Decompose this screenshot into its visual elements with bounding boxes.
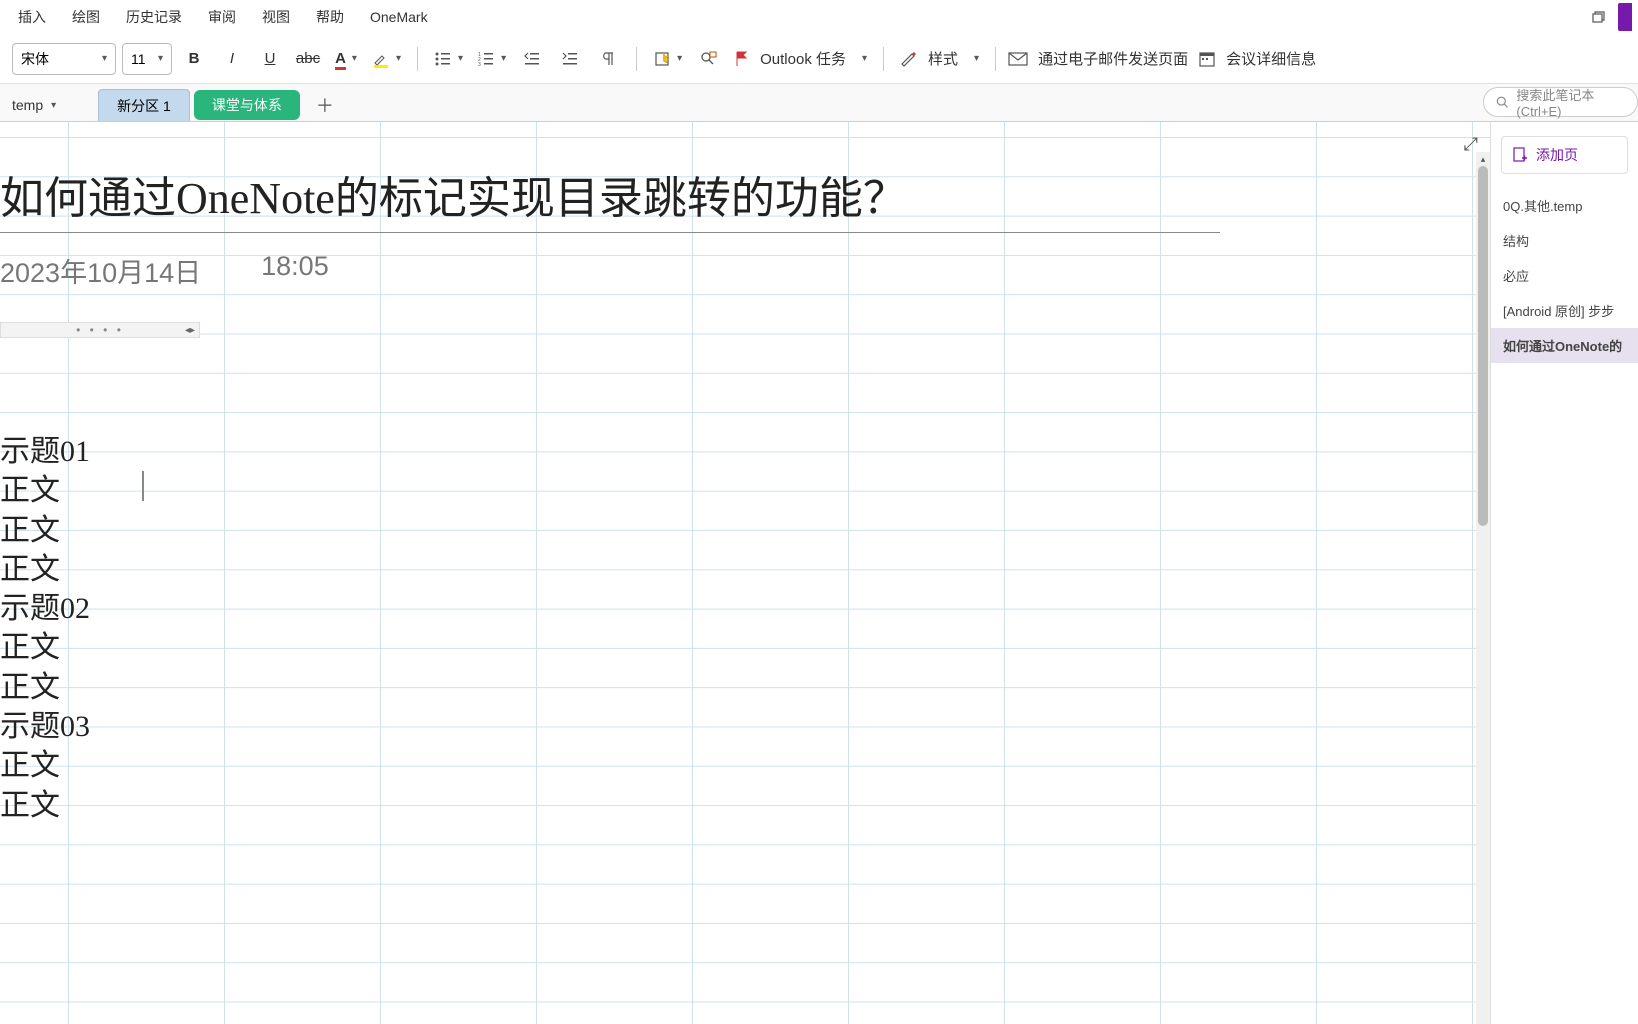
- page-title-block: 如何通过OneNote的标记实现目录跳转的功能？ 2023年10月14日 18:…: [0, 162, 1220, 290]
- menu-review[interactable]: 审阅: [196, 1, 248, 33]
- formatting-toolbar: 宋体 ▾ 11 ▾ B I U abc A ▾ ▾ ▾ 123 ▾ ▾: [0, 34, 1638, 84]
- paragraph-button[interactable]: [592, 43, 624, 75]
- email-page-button[interactable]: 通过电子邮件发送页面: [1008, 43, 1192, 75]
- section-tab-2[interactable]: 课堂与体系: [194, 90, 300, 120]
- body-line[interactable]: 正文: [0, 511, 90, 550]
- flag-icon: [734, 50, 750, 68]
- menu-bar: 插入 绘图 历史记录 审阅 视图 帮助 OneMark: [0, 0, 1638, 34]
- add-section-button[interactable]: ＋: [304, 89, 346, 121]
- envelope-icon: [1008, 51, 1028, 67]
- menu-draw[interactable]: 绘图: [60, 1, 112, 33]
- container-handle[interactable]: • • • • ◂▸: [0, 322, 200, 338]
- page-list-sidebar: 添加页 0Q.其他.temp 结构 必应 [Android 原创] 步步 如何通…: [1490, 122, 1638, 1024]
- body-line[interactable]: 正文: [0, 471, 90, 510]
- underline-button[interactable]: U: [254, 43, 286, 75]
- outlook-label: Outlook 任务: [756, 48, 850, 69]
- email-label: 通过电子邮件发送页面: [1034, 48, 1192, 69]
- page-item-selected[interactable]: 如何通过OneNote的: [1491, 328, 1638, 363]
- page-time: 18:05: [261, 251, 329, 290]
- vertical-scrollbar[interactable]: ▴: [1476, 152, 1490, 1024]
- font-name-value: 宋体: [21, 49, 49, 69]
- italic-button[interactable]: I: [216, 43, 248, 75]
- chevron-down-icon: ▾: [974, 53, 979, 64]
- tag-button[interactable]: ▾: [649, 43, 686, 75]
- page-title[interactable]: 如何通过OneNote的标记实现目录跳转的功能？: [0, 162, 1220, 226]
- chevron-down-icon: ▾: [458, 53, 463, 64]
- app-brand-icon: [1618, 3, 1632, 31]
- menu-onemark[interactable]: OneMark: [358, 3, 440, 31]
- body-line[interactable]: 正文: [0, 668, 90, 707]
- notebook-name: temp: [12, 97, 43, 113]
- page-canvas[interactable]: ⤢ ▴ 如何通过OneNote的标记实现目录跳转的功能？ 2023年10月14日…: [0, 122, 1490, 1024]
- font-color-button[interactable]: A ▾: [330, 43, 362, 75]
- note-container[interactable]: • • • • ◂▸: [0, 322, 200, 338]
- font-size-value: 11: [131, 51, 146, 67]
- chevron-down-icon: ▾: [51, 100, 56, 111]
- menu-view[interactable]: 视图: [250, 1, 302, 33]
- menu-insert[interactable]: 插入: [6, 1, 58, 33]
- outdent-button[interactable]: [516, 43, 548, 75]
- styles-button[interactable]: 样式 ▾: [896, 43, 983, 75]
- section-tab-bar: temp ▾ 新分区 1 课堂与体系 ＋ 搜索此笔记本(Ctrl+E): [0, 84, 1638, 122]
- svg-text:3: 3: [478, 62, 481, 68]
- font-name-select[interactable]: 宋体 ▾: [12, 43, 116, 75]
- outlook-tasks-button[interactable]: Outlook 任务 ▾: [730, 43, 871, 75]
- menu-history[interactable]: 历史记录: [114, 1, 194, 33]
- strikethrough-button[interactable]: abc: [292, 43, 324, 75]
- window-restore-icon[interactable]: [1588, 7, 1608, 27]
- search-icon: [1496, 95, 1508, 109]
- notebook-dropdown[interactable]: temp ▾: [0, 89, 68, 121]
- body-line[interactable]: 示题03: [0, 707, 90, 746]
- body-line[interactable]: 示题02: [0, 589, 90, 628]
- chevron-down-icon: ▾: [158, 53, 163, 64]
- title-underline: [0, 232, 1220, 233]
- page-item[interactable]: 结构: [1491, 223, 1638, 258]
- chevron-down-icon: ▾: [396, 53, 401, 64]
- bold-button[interactable]: B: [178, 43, 210, 75]
- add-page-button[interactable]: 添加页: [1501, 136, 1628, 174]
- chevron-down-icon: ▾: [501, 53, 506, 64]
- search-input[interactable]: 搜索此笔记本(Ctrl+E): [1483, 87, 1638, 117]
- numbered-list-button[interactable]: 123 ▾: [473, 43, 510, 75]
- chevron-down-icon: ▾: [352, 53, 357, 64]
- body-line[interactable]: 正文: [0, 746, 90, 785]
- page-date: 2023年10月14日: [0, 251, 201, 290]
- scroll-thumb[interactable]: [1478, 166, 1488, 526]
- add-page-label: 添加页: [1536, 145, 1578, 165]
- chevron-down-icon: ▾: [677, 53, 682, 64]
- body-line[interactable]: 正文: [0, 550, 90, 589]
- calendar-icon: [1198, 50, 1216, 68]
- page-list: 0Q.其他.temp 结构 必应 [Android 原创] 步步 如何通过One…: [1491, 188, 1638, 363]
- meeting-details-button[interactable]: 会议详细信息: [1198, 43, 1320, 75]
- font-size-select[interactable]: 11 ▾: [122, 43, 172, 75]
- bullet-list-button[interactable]: ▾: [430, 43, 467, 75]
- meeting-label: 会议详细信息: [1222, 48, 1320, 69]
- page-item[interactable]: 必应: [1491, 258, 1638, 293]
- find-tags-button[interactable]: [692, 43, 724, 75]
- chevron-down-icon: ▾: [862, 53, 867, 64]
- highlight-button[interactable]: ▾: [368, 43, 405, 75]
- scroll-up-icon[interactable]: ▴: [1476, 152, 1490, 166]
- body-line[interactable]: 示题01: [0, 432, 90, 471]
- style-icon: [900, 50, 918, 68]
- page-item[interactable]: [Android 原创] 步步: [1491, 293, 1638, 328]
- menu-help[interactable]: 帮助: [304, 1, 356, 33]
- add-page-icon: [1512, 147, 1528, 163]
- text-cursor: [142, 471, 144, 501]
- chevron-down-icon: ▾: [102, 53, 107, 64]
- page-body[interactable]: 示题01 正文 正文 正文 示题02 正文 正文 示题03 正文 正文: [0, 432, 90, 825]
- section-tab-1[interactable]: 新分区 1: [98, 89, 190, 121]
- main-area: ⤢ ▴ 如何通过OneNote的标记实现目录跳转的功能？ 2023年10月14日…: [0, 122, 1638, 1024]
- search-placeholder: 搜索此笔记本(Ctrl+E): [1516, 85, 1625, 119]
- resize-arrows-icon: ◂▸: [185, 325, 195, 336]
- indent-button[interactable]: [554, 43, 586, 75]
- body-line[interactable]: 正文: [0, 628, 90, 667]
- style-label: 样式: [924, 48, 962, 69]
- drag-dots-icon: • • • •: [76, 323, 124, 337]
- page-item[interactable]: 0Q.其他.temp: [1491, 188, 1638, 223]
- body-line[interactable]: 正文: [0, 786, 90, 825]
